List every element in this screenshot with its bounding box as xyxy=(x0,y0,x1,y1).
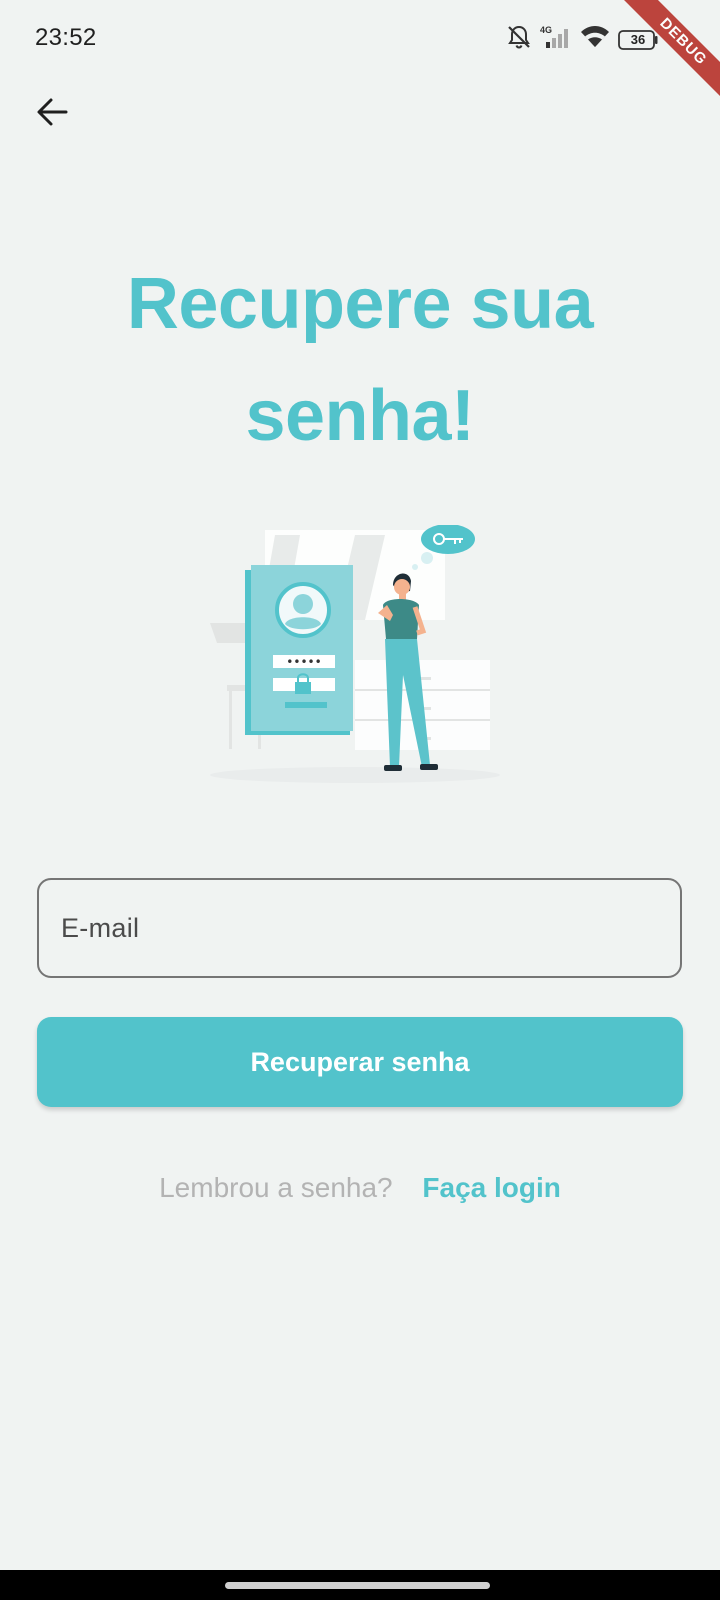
email-field-placeholder: E-mail xyxy=(61,912,140,943)
login-link[interactable]: Faça login xyxy=(422,1172,560,1203)
forgot-password-illustration: ••••• xyxy=(205,524,515,795)
notifications-off-icon xyxy=(506,24,532,55)
navigation-bar xyxy=(0,1570,720,1600)
illustration-password-dots: ••••• xyxy=(286,655,321,669)
debug-banner: DEBUG xyxy=(600,0,720,120)
network-type-label: 4G xyxy=(540,25,552,35)
recover-password-button[interactable]: Recuperar senha xyxy=(37,1017,683,1107)
email-field[interactable]: E-mail xyxy=(37,878,682,978)
recover-password-button-label: Recuperar senha xyxy=(250,1046,470,1077)
arrow-left-icon xyxy=(35,95,69,134)
status-time: 23:52 xyxy=(35,24,97,51)
page-title: Recupere sua senha! xyxy=(126,264,594,456)
login-row: Lembrou a senha? Faça login xyxy=(0,1172,720,1204)
back-button[interactable] xyxy=(30,92,74,136)
signal-icon: 4G xyxy=(540,25,572,54)
login-prompt: Lembrou a senha? xyxy=(159,1172,393,1203)
debug-banner-label: DEBUG xyxy=(621,0,720,104)
home-indicator[interactable] xyxy=(225,1582,490,1589)
